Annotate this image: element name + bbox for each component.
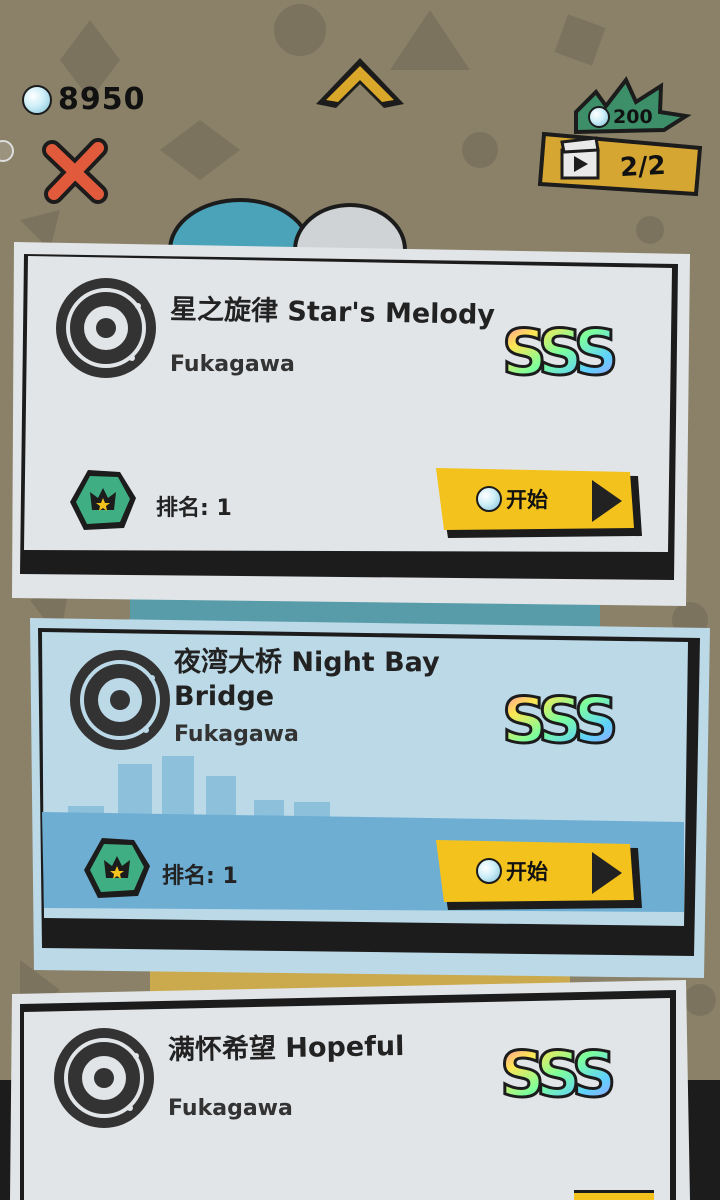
song-artist: Fukagawa	[170, 352, 295, 377]
song-title: 星之旋律 Star's Melody	[169, 294, 496, 331]
close-button[interactable]	[40, 136, 110, 206]
song-title: 夜湾大桥 Night Bay	[174, 647, 440, 678]
video-ad-count: 2/2	[619, 150, 667, 184]
pearl-currency-icon	[588, 106, 610, 128]
rank-crown-icon	[70, 470, 136, 530]
scroll-up-icon	[316, 58, 404, 108]
disc-icon	[54, 1028, 154, 1128]
svg-text:SSS: SSS	[502, 686, 615, 750]
song-card[interactable]: 满怀希望 Hopeful Fukagawa SSS	[8, 978, 692, 1200]
song-artist: Fukagawa	[168, 1096, 293, 1121]
rank-label: 排名: 1	[162, 864, 238, 889]
rank-crown-icon	[84, 838, 150, 898]
rank-label: 排名: 1	[156, 496, 232, 521]
start-button-edge[interactable]	[574, 1190, 654, 1200]
video-ad-cost: 200	[588, 106, 653, 128]
grade-sss-badge: SSS	[499, 1040, 621, 1104]
play-icon	[592, 480, 622, 522]
pearl-currency-icon	[22, 84, 52, 115]
pearl-currency-icon	[476, 486, 502, 512]
song-title-line2: Bridge	[174, 681, 275, 712]
disc-icon	[56, 278, 156, 378]
svg-text:SSS: SSS	[502, 318, 615, 382]
currency-value: 8950	[58, 82, 146, 117]
grade-sss-badge: SSS	[501, 686, 623, 750]
video-ad-button[interactable]: 200 2/2	[536, 72, 706, 202]
song-title: 满怀希望 Hopeful	[167, 1030, 405, 1067]
scroll-up-button[interactable]	[314, 56, 406, 112]
song-card[interactable]: 星之旋律 Star's Melody Fukagawa SSS 排名: 1 开始	[10, 240, 692, 608]
grade-sss-badge: SSS	[501, 318, 623, 382]
start-button[interactable]: 开始	[434, 838, 644, 912]
start-label: 开始	[506, 488, 548, 512]
video-ad-cost-value: 200	[613, 106, 653, 128]
song-card-selected[interactable]: 夜湾大桥 Night Bay Bridge Fukagawa SSS 排名: 1…	[28, 616, 712, 980]
start-button[interactable]: 开始	[434, 466, 644, 540]
play-icon	[592, 852, 622, 894]
close-icon	[42, 138, 108, 204]
disc-icon	[70, 650, 170, 750]
svg-text:SSS: SSS	[500, 1040, 613, 1104]
pearl-currency-icon	[476, 858, 502, 884]
start-label: 开始	[506, 860, 548, 884]
currency-display: 8950	[22, 82, 146, 117]
song-artist: Fukagawa	[174, 722, 299, 747]
